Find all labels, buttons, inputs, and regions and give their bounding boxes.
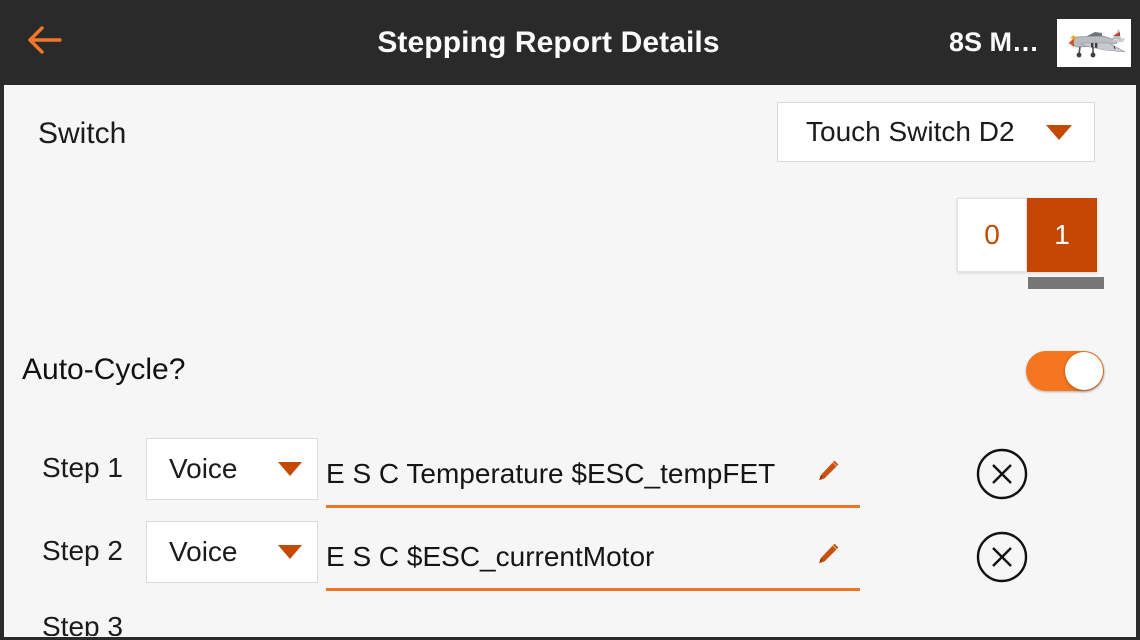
airplane-photo-icon	[1057, 18, 1131, 67]
chevron-down-icon	[278, 545, 302, 559]
switch-label: Switch	[38, 117, 127, 150]
chevron-down-icon	[1046, 124, 1072, 140]
delete-step-button[interactable]	[975, 530, 1029, 584]
steps-list: Step 1 Voice E S C Temperature $ESC_temp…	[4, 430, 1136, 636]
switch-select[interactable]: Touch Switch D2	[777, 102, 1095, 162]
arrow-left-icon	[23, 25, 65, 60]
app-bar-right: 8S M…	[949, 18, 1140, 67]
step-label: Step 2	[42, 535, 123, 566]
step-value-text: E S C $ESC_currentMotor	[326, 540, 655, 572]
segment-option-0[interactable]: 0	[957, 198, 1027, 272]
step-value-text: E S C Temperature $ESC_tempFET	[326, 457, 776, 489]
app-root: Stepping Report Details 8S M… Switch Tou…	[0, 0, 1140, 640]
app-bar: Stepping Report Details 8S M…	[0, 0, 1140, 85]
delete-step-button[interactable]	[975, 447, 1029, 501]
step-type-select[interactable]: Voice	[146, 521, 318, 583]
step-label: Step 3	[42, 611, 123, 636]
step-type-value: Voice	[169, 536, 238, 567]
step-row: Step 3	[4, 596, 1136, 636]
switch-position-segmented-control[interactable]: 0 1	[957, 198, 1097, 272]
step-row: Step 1 Voice E S C Temperature $ESC_temp…	[4, 430, 1136, 513]
toggle-knob	[1065, 352, 1103, 390]
close-circle-icon	[975, 531, 1029, 588]
switch-row: Switch Touch Switch D2	[4, 85, 1136, 181]
model-name-label[interactable]: 8S M…	[949, 27, 1039, 58]
pencil-icon[interactable]	[814, 540, 842, 573]
page-title: Stepping Report Details	[377, 25, 720, 59]
step-value-input[interactable]: E S C $ESC_currentMotor	[326, 521, 860, 591]
step-type-value: Voice	[169, 453, 238, 484]
back-button[interactable]	[0, 0, 88, 85]
chevron-down-icon	[278, 462, 302, 476]
pencil-icon[interactable]	[814, 457, 842, 490]
segmented-scrollbar[interactable]	[1028, 277, 1104, 289]
model-thumbnail[interactable]	[1057, 18, 1131, 67]
auto-cycle-label: Auto-Cycle?	[22, 353, 186, 386]
step-label: Step 1	[42, 452, 123, 483]
step-type-select[interactable]: Voice	[146, 438, 318, 500]
segment-option-1[interactable]: 1	[1027, 198, 1097, 272]
auto-cycle-toggle[interactable]	[1026, 351, 1104, 391]
step-row: Step 2 Voice E S C $ESC_currentMotor	[4, 513, 1136, 596]
switch-select-value: Touch Switch D2	[806, 116, 1015, 147]
step-value-input[interactable]: E S C Temperature $ESC_tempFET	[326, 438, 860, 508]
content-sheet: Switch Touch Switch D2 0 1 Auto-Cycle? S…	[0, 85, 1140, 640]
close-circle-icon	[975, 448, 1029, 505]
